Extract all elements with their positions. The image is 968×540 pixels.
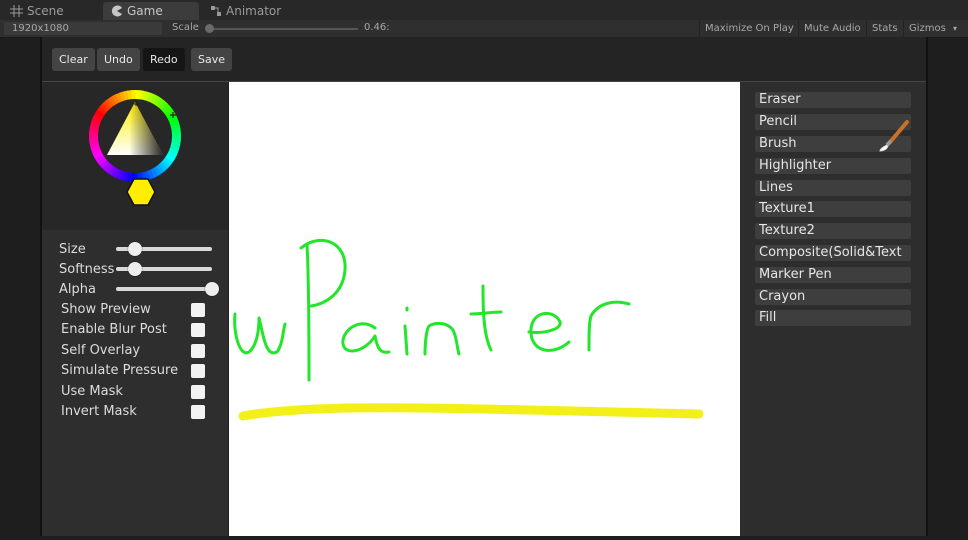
tool-composite[interactable]: Composite(Solid&Text [755, 245, 911, 261]
alpha-slider-knob[interactable] [205, 282, 219, 296]
canvas-strokes [233, 238, 704, 421]
tool-crayon[interactable]: Crayon [755, 289, 911, 305]
hue-segment [130, 89, 136, 100]
gizmos-label: Gizmos [909, 23, 946, 34]
editor-tab-bar: Scene Game Animator [0, 0, 968, 21]
tab-game[interactable]: Game [103, 2, 199, 20]
gizmos-button[interactable]: Gizmos ▾ [903, 20, 962, 37]
show-preview-label: Show Preview [61, 302, 151, 317]
stroke-a [341, 322, 391, 354]
use-mask-checkbox[interactable] [191, 385, 205, 399]
tab-scene-label: Scene [27, 4, 64, 18]
scale-value: 0.46: [364, 22, 390, 33]
color-picker [42, 82, 228, 230]
stroke-i [403, 306, 409, 356]
game-view-toolbar: 1920x1080 Scale 0.46: Maximize On Play M… [0, 20, 968, 38]
selected-color-swatch [126, 178, 156, 206]
softness-label: Softness [59, 262, 115, 277]
stroke-u [233, 312, 287, 355]
tool-fill[interactable]: Fill [755, 310, 911, 326]
triangle-shade [107, 102, 163, 155]
tool-highlighter[interactable]: Highlighter [755, 158, 911, 174]
stroke-n [423, 321, 461, 356]
paint-toolbar: Clear Undo Redo Save [42, 37, 926, 82]
alpha-label: Alpha [59, 282, 96, 297]
scale-label: Scale [172, 22, 199, 33]
redo-button[interactable]: Redo [143, 48, 185, 71]
tool-marker-pen[interactable]: Marker Pen [755, 267, 911, 283]
tab-scene[interactable]: Scene [2, 2, 97, 20]
paintbrush-icon [879, 120, 909, 152]
invert-mask-label: Invert Mask [61, 404, 137, 419]
size-label: Size [59, 242, 86, 257]
chevron-down-icon: ▾ [953, 24, 958, 33]
tool-lines[interactable]: Lines [755, 180, 911, 196]
self-overlay-checkbox[interactable] [191, 344, 205, 358]
show-preview-checkbox[interactable] [191, 303, 205, 317]
maximize-on-play-button[interactable]: Maximize On Play [699, 20, 799, 37]
highlighter-stroke [238, 403, 704, 421]
hue-segment [88, 135, 99, 141]
color-wheel[interactable] [42, 82, 228, 230]
pacman-icon [111, 5, 122, 17]
grid-icon [10, 5, 23, 17]
brush-options-panel: Size Softness Alpha Show Preview Enable … [42, 82, 228, 536]
handwritten-strokes [233, 238, 631, 382]
tab-animator-label: Animator [226, 4, 282, 18]
tool-list-panel: Eraser Pencil Brush Highlighter Lines Te… [740, 82, 926, 536]
use-mask-label: Use Mask [61, 384, 123, 399]
scale-slider-track[interactable] [208, 28, 358, 30]
simulate-pressure-label: Simulate Pressure [61, 363, 179, 378]
simulate-pressure-checkbox[interactable] [191, 364, 205, 378]
resolution-dropdown[interactable]: 1920x1080 [4, 22, 162, 35]
tool-texture2[interactable]: Texture2 [755, 223, 911, 239]
size-slider-knob[interactable] [128, 242, 143, 256]
stats-button[interactable]: Stats [866, 20, 903, 37]
tab-game-label: Game [127, 4, 163, 18]
invert-mask-checkbox[interactable] [191, 405, 205, 419]
tool-texture1[interactable]: Texture1 [755, 201, 911, 217]
save-button[interactable]: Save [191, 48, 233, 71]
viewport-right-edge [926, 37, 928, 536]
hue-segment [171, 131, 182, 137]
enable-blur-post-checkbox[interactable] [191, 323, 205, 337]
stroke-e [527, 311, 571, 352]
animator-icon [211, 6, 221, 16]
tab-animator[interactable]: Animator [202, 2, 312, 20]
softness-slider-knob[interactable] [128, 262, 143, 276]
drawing-canvas[interactable] [229, 82, 740, 536]
stroke-r [587, 300, 631, 352]
mute-audio-button[interactable]: Mute Audio [798, 20, 866, 37]
stroke-t [469, 284, 503, 352]
scale-slider-knob[interactable] [205, 24, 214, 33]
clear-button[interactable]: Clear [52, 48, 95, 71]
undo-button[interactable]: Undo [97, 48, 140, 71]
alpha-slider-track[interactable] [116, 287, 212, 291]
enable-blur-post-label: Enable Blur Post [61, 322, 167, 337]
self-overlay-label: Self Overlay [61, 343, 141, 358]
tool-eraser[interactable]: Eraser [755, 92, 911, 108]
stroke-p-stem [305, 242, 311, 382]
